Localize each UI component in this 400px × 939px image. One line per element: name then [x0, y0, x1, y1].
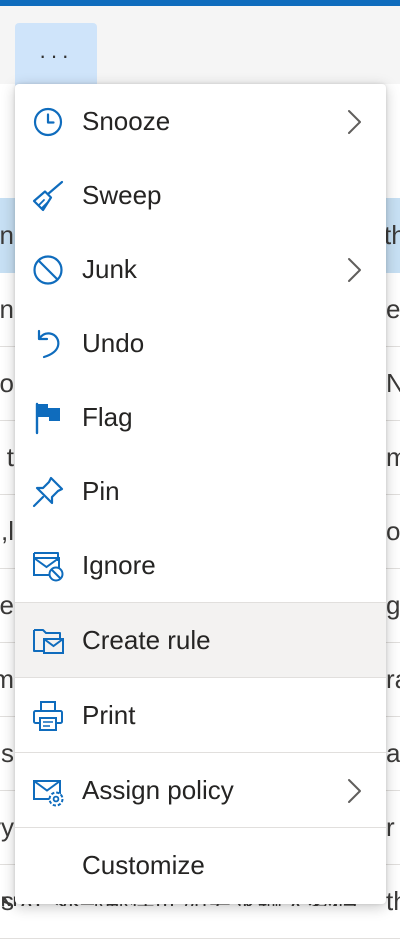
pin-icon [31, 475, 65, 509]
menu-item-label: Pin [82, 476, 120, 506]
menu-item-undo[interactable]: Undo [15, 306, 386, 380]
menu-item-label: Junk [82, 254, 137, 284]
folder-mail-icon [31, 624, 65, 658]
list-item-text: s [1, 738, 14, 768]
menu-item-junk[interactable]: Junk [15, 232, 386, 306]
mail-settings-icon [31, 774, 65, 808]
more-actions-menu: Snooze Sweep Junk Undo Flag Pin Ignore C… [15, 84, 386, 904]
list-item-text: gh [386, 590, 400, 620]
menu-item-label: Print [82, 700, 136, 730]
list-item-text: t [6, 442, 14, 472]
list-item-text: N [386, 368, 400, 398]
menu-item-label: Undo [82, 328, 145, 358]
list-item-text: o [0, 368, 14, 398]
menu-item-create-rule[interactable]: Create rule [15, 603, 386, 677]
prohibited-icon [31, 253, 65, 287]
menu-item-assign-policy[interactable]: Assign policy [15, 753, 386, 827]
ignore-mail-icon [31, 549, 65, 583]
chevron-right-icon [344, 108, 364, 136]
menu-item-snooze[interactable]: Snooze [15, 84, 386, 158]
menu-item-label: Create rule [82, 625, 211, 655]
menu-item-print[interactable]: Print [15, 678, 386, 752]
toolbar: ··· [0, 6, 400, 88]
menu-item-label: Flag [82, 402, 133, 432]
menu-item-label: Ignore [82, 550, 156, 580]
clock-icon [31, 105, 65, 139]
list-item-text: n [0, 294, 14, 324]
menu-item-sweep[interactable]: Sweep [15, 158, 386, 232]
undo-icon [31, 327, 65, 361]
menu-item-label: Assign policy [82, 775, 234, 805]
broom-icon [31, 179, 65, 213]
more-actions-button[interactable]: ··· [15, 23, 97, 88]
menu-item-pin[interactable]: Pin [15, 454, 386, 528]
chevron-right-icon [344, 256, 364, 284]
list-item-text: ry [0, 812, 14, 842]
list-item-text: m [0, 664, 14, 694]
list-item-text: o [386, 516, 400, 546]
list-item-text: n [0, 220, 14, 250]
list-item-text: e [386, 294, 400, 324]
flag-icon [31, 401, 65, 435]
list-item-text: th [384, 220, 400, 250]
menu-item-flag[interactable]: Flag [15, 380, 386, 454]
list-item-text: e [0, 590, 14, 620]
list-item-text: ra [386, 664, 400, 694]
menu-item-ignore[interactable]: Ignore [15, 528, 386, 602]
menu-item-label: Snooze [82, 106, 171, 136]
chevron-right-icon [344, 777, 364, 805]
menu-item-label: Sweep [82, 180, 162, 210]
menu-item-customize[interactable]: Customize [15, 828, 386, 902]
printer-icon [31, 699, 65, 733]
list-item-text: ail [386, 738, 400, 768]
list-item-text: m [386, 442, 400, 472]
list-item-text: r [386, 812, 395, 842]
menu-item-label: Customize [82, 850, 205, 880]
list-item-text: l, [0, 516, 14, 546]
